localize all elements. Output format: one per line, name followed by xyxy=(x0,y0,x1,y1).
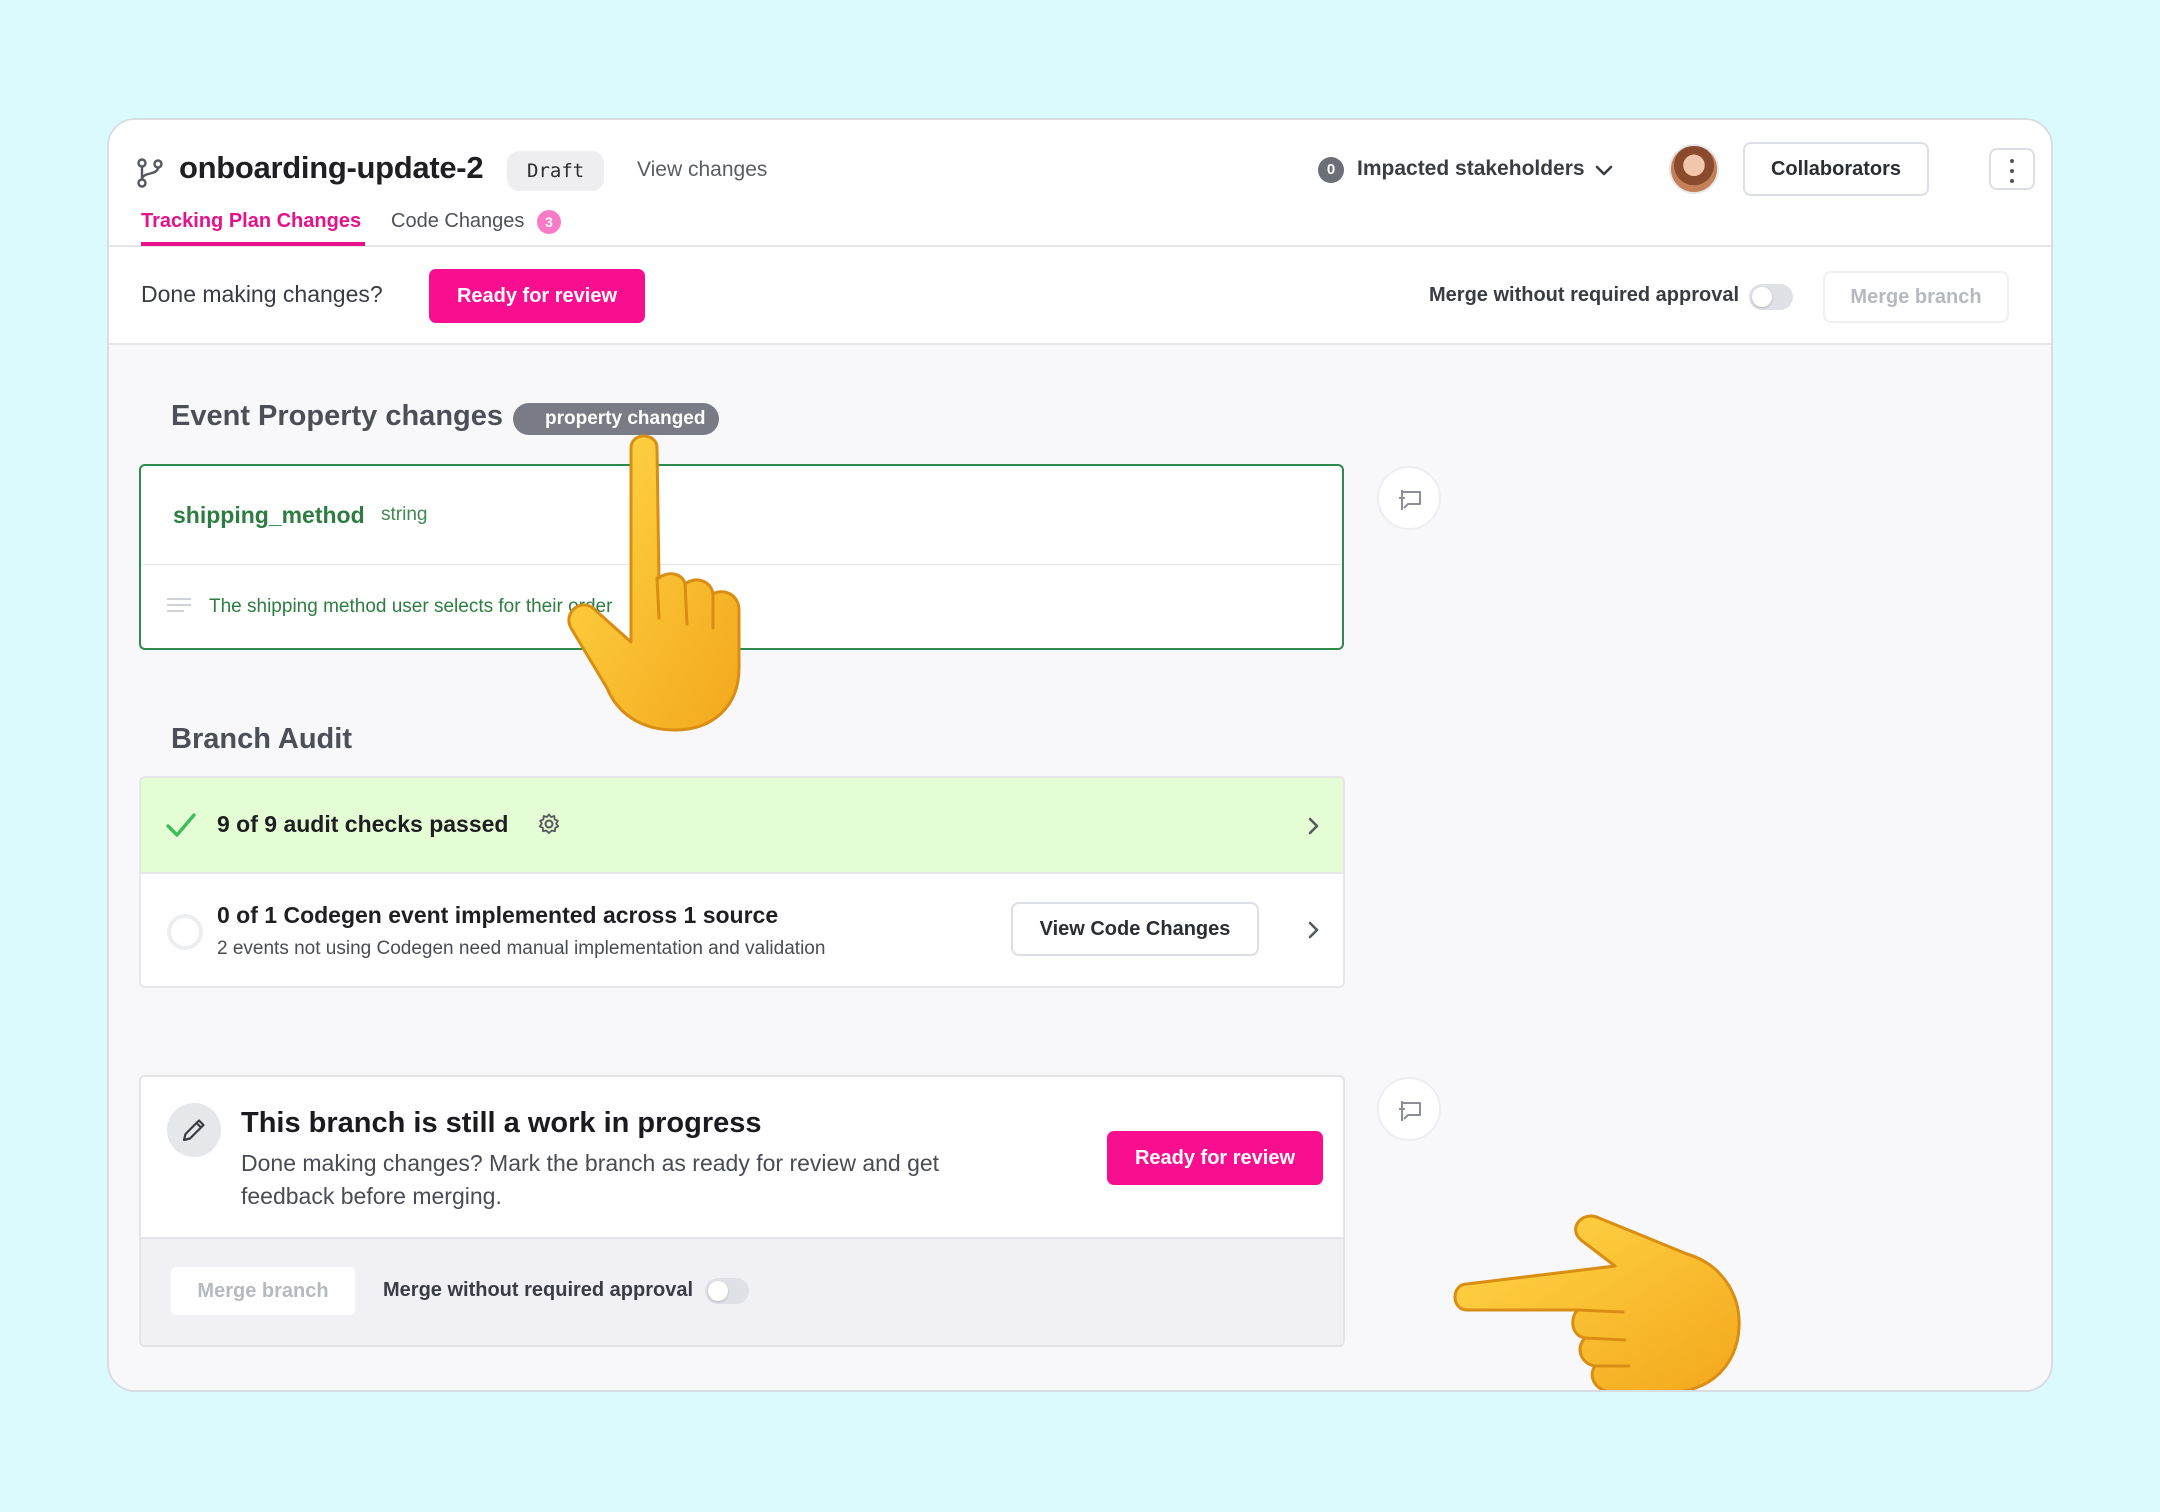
merge-without-approval-toggle[interactable] xyxy=(1749,284,1793,310)
pointing-hand-icon xyxy=(1453,1214,1741,1390)
work-in-progress-card: This branch is still a work in progress … xyxy=(139,1075,1345,1347)
chevron-right-icon[interactable] xyxy=(1301,918,1325,942)
branch-header: onboarding-update-2 Draft View changes 0… xyxy=(109,120,2051,247)
wip-footer: Merge branch Merge without required appr… xyxy=(141,1237,1343,1345)
audit-checks-row[interactable]: 9 of 9 audit checks passed xyxy=(141,778,1343,874)
tab-tracking-plan-changes[interactable]: Tracking Plan Changes xyxy=(141,210,361,233)
more-vertical-icon[interactable] xyxy=(1989,148,2035,190)
code-changes-count-badge: 3 xyxy=(537,210,561,234)
branch-icon xyxy=(137,158,163,188)
branch-audit-title: Branch Audit xyxy=(171,723,352,755)
pencil-icon xyxy=(167,1103,221,1157)
impacted-stakeholders-dropdown[interactable]: Impacted stakeholders xyxy=(1357,157,1585,181)
property-description: The shipping method user selects for the… xyxy=(209,596,613,617)
codegen-title: 0 of 1 Codegen event implemented across … xyxy=(217,902,779,928)
view-code-changes-button[interactable]: View Code Changes xyxy=(1011,902,1259,956)
avatar[interactable] xyxy=(1669,144,1719,194)
branch-name: onboarding-update-2 xyxy=(179,150,484,185)
property-type: string xyxy=(381,504,428,525)
impacted-count-badge: 0 xyxy=(1318,157,1344,183)
property-name: shipping_method xyxy=(173,502,365,528)
event-property-changes-title: Event Property changes xyxy=(171,400,503,432)
gear-icon[interactable] xyxy=(537,812,561,836)
branch-audit-card: 9 of 9 audit checks passed 0 of 1 Codege… xyxy=(139,776,1345,988)
view-changes-link[interactable]: View changes xyxy=(637,158,767,182)
ready-for-review-button[interactable]: Ready for review xyxy=(1107,1131,1323,1185)
wip-title: This branch is still a work in progress xyxy=(241,1107,762,1139)
review-toolbar: Done making changes? Ready for review Me… xyxy=(109,247,2051,345)
pointing-hand-icon xyxy=(567,434,741,732)
ready-for-review-button[interactable]: Ready for review xyxy=(429,269,645,323)
chevron-down-icon[interactable] xyxy=(1592,158,1616,182)
check-icon xyxy=(166,813,196,837)
chevron-right-icon[interactable] xyxy=(1301,814,1325,838)
merge-branch-button[interactable]: Merge branch xyxy=(169,1265,357,1317)
audit-checks-passed-label: 9 of 9 audit checks passed xyxy=(217,811,509,837)
done-making-changes-label: Done making changes? xyxy=(141,281,383,307)
collaborators-button[interactable]: Collaborators xyxy=(1743,142,1929,196)
wip-description: Done making changes? Mark the branch as … xyxy=(241,1150,940,1209)
merge-branch-button[interactable]: Merge branch xyxy=(1823,271,2009,323)
merge-without-approval-label: Merge without required approval xyxy=(1429,284,1740,306)
codegen-subtitle: 2 events not using Codegen need manual i… xyxy=(217,938,826,959)
codegen-row[interactable]: 0 of 1 Codegen event implemented across … xyxy=(141,874,1343,986)
description-lines-icon xyxy=(167,598,191,614)
active-tab-indicator xyxy=(141,242,365,246)
comment-icon[interactable] xyxy=(1377,466,1441,530)
merge-without-approval-label: Merge without required approval xyxy=(383,1279,694,1301)
merge-without-approval-toggle[interactable] xyxy=(705,1278,749,1304)
comment-icon[interactable] xyxy=(1377,1077,1441,1141)
status-badge: Draft xyxy=(507,151,605,191)
status-circle-icon xyxy=(167,914,203,950)
branch-window: onboarding-update-2 Draft View changes 0… xyxy=(107,118,2053,1392)
tab-code-changes[interactable]: Code Changes xyxy=(391,210,524,233)
